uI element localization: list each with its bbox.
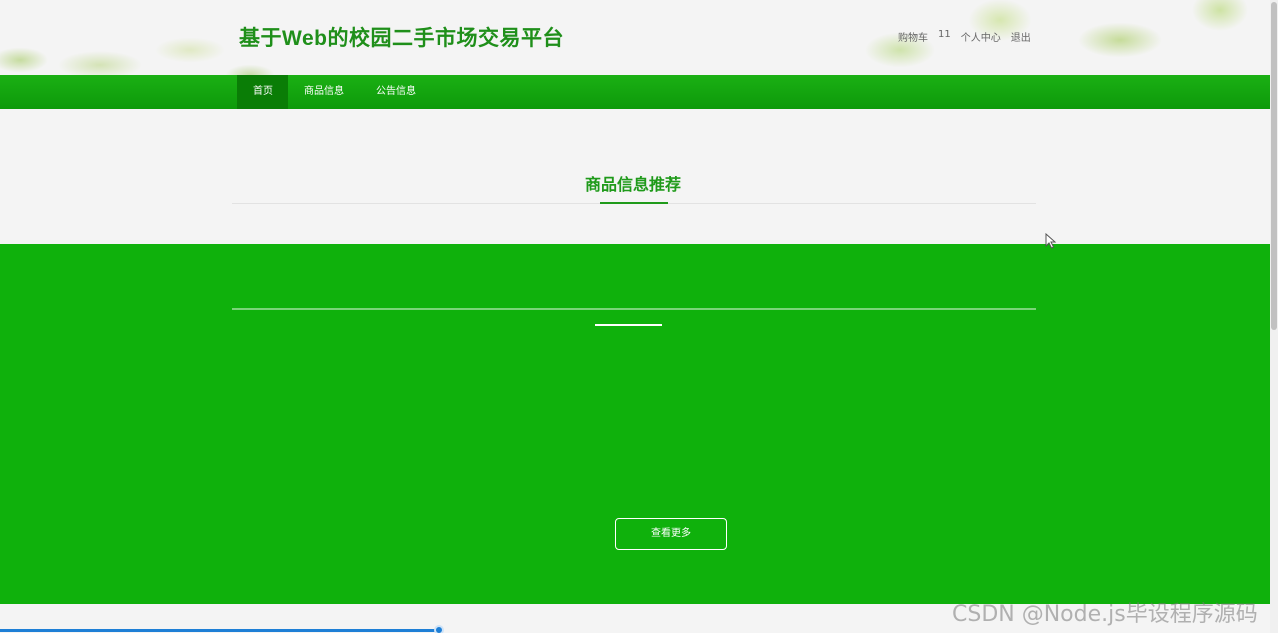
panel-underline [595,324,662,326]
logout-link[interactable]: 退出 [1011,29,1031,44]
nav-item-products[interactable]: 商品信息 [288,75,360,109]
site-title[interactable]: 基于Web的校园二手市场交易平台 [239,22,564,52]
nav-item-notices[interactable]: 公告信息 [360,75,432,109]
header-banner: 基于Web的校园二手市场交易平台 购物车 11 个人中心 退出 [0,0,1270,75]
top-links: 购物车 11 个人中心 退出 [898,29,1031,44]
section-title-underline [600,202,668,204]
nav-item-home[interactable]: 首页 [237,75,288,109]
section-title: 商品信息推荐 [584,175,681,194]
nav-items: 首页 商品信息 公告信息 [237,75,432,109]
cart-link[interactable]: 购物车 [898,29,928,44]
watermark: CSDN @Node.js毕设程序源码 [952,602,1258,627]
progress-fill [0,629,439,632]
main-nav: 首页 商品信息 公告信息 [0,75,1270,109]
panel-divider [232,308,1036,310]
profile-link[interactable]: 个人中心 [961,29,1001,44]
cart-count[interactable]: 11 [938,29,951,44]
view-more-button[interactable]: 查看更多 [615,518,727,550]
vertical-scrollbar[interactable] [1270,0,1278,633]
scrollbar-thumb[interactable] [1271,2,1277,330]
playback-progress[interactable] [0,625,1270,633]
progress-handle[interactable] [434,625,444,633]
recommend-panel: 查看更多 [0,244,1270,604]
mouse-cursor-icon [1045,233,1057,249]
page: 基于Web的校园二手市场交易平台 购物车 11 个人中心 退出 首页 商品信息 … [0,0,1278,633]
